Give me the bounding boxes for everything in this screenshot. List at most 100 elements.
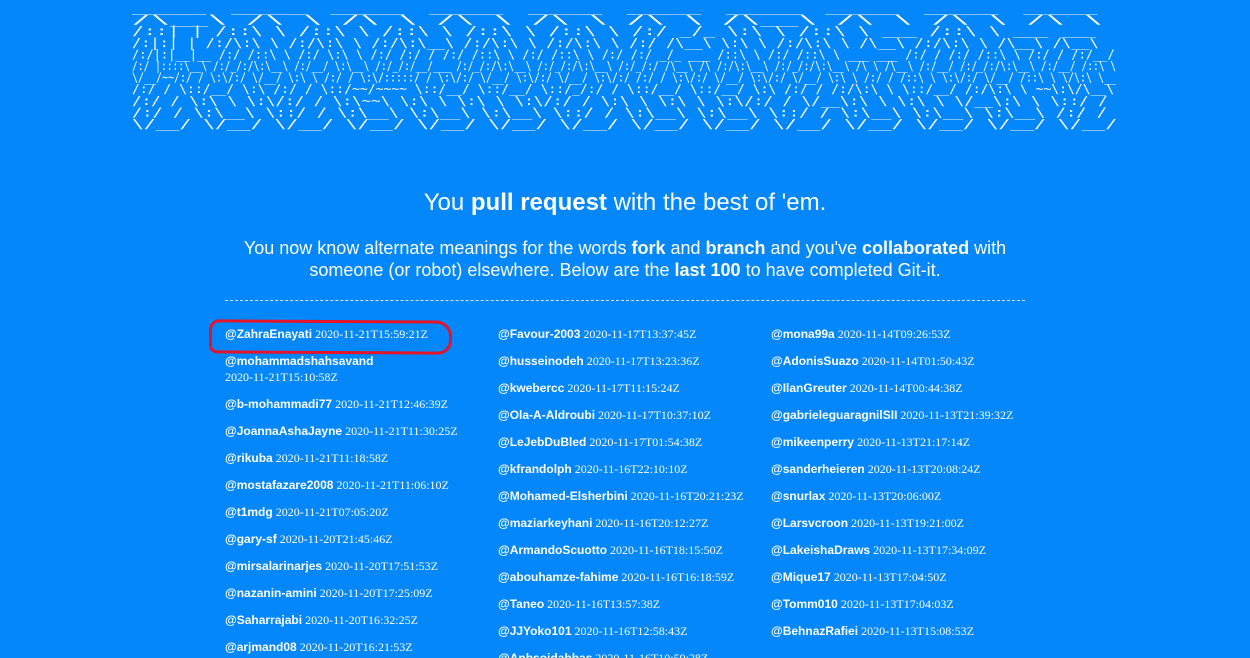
completer-entry: @arjmand08 2020-11-20T16:21:53Z: [225, 639, 493, 655]
completer-username-link[interactable]: @gabrieleguaragnilSII: [771, 408, 897, 422]
completion-timestamp: 2020-11-21T15:10:58Z: [225, 370, 338, 384]
completer-entry: @nazanin-amini 2020-11-20T17:25:09Z: [225, 585, 493, 601]
completion-timestamp: 2020-11-21T11:30:25Z: [345, 424, 458, 438]
completer-username-link[interactable]: @t1mdg: [225, 505, 273, 519]
completers-column-2: @Favour-2003 2020-11-17T13:37:45Z @hussei…: [498, 326, 766, 658]
tagline: You pull request with the best of 'em.: [0, 187, 1250, 219]
completer-username-link[interactable]: @b-mohammadi77: [225, 397, 332, 411]
completer-username-link[interactable]: @JoannaAshaJayne: [225, 424, 342, 438]
ascii-art-text: ___ ___ ___ ___ ___ ___ ___ ___ ___ ___: [132, 1, 1122, 131]
completer-username-link[interactable]: @gary-sf: [225, 532, 277, 546]
completer-entry: @Taneo 2020-11-16T13:57:38Z: [498, 596, 766, 612]
completer-username-link[interactable]: @LakeishaDraws: [771, 543, 870, 557]
description-text: to have completed Git-it.: [740, 260, 941, 280]
completer-username-link[interactable]: @LeJebDuBled: [498, 435, 586, 449]
completer-entry: @Anbsoidabbas 2020-11-16T10:59:28Z: [498, 650, 766, 658]
completer-username-link[interactable]: @IlanGreuter: [771, 381, 847, 395]
completion-timestamp: 2020-11-13T21:39:32Z: [900, 408, 1014, 422]
completer-entry: @Larsvcroon 2020-11-13T19:21:00Z: [771, 515, 1039, 531]
completer-username-link[interactable]: @sanderheieren: [771, 462, 865, 476]
tagline-pre: You: [423, 189, 471, 216]
completer-username-link[interactable]: @mohammadshahsavand: [225, 354, 373, 368]
completion-timestamp: 2020-11-13T19:21:00Z: [851, 516, 964, 530]
completion-timestamp: 2020-11-20T17:51:53Z: [325, 559, 438, 573]
completion-timestamp: 2020-11-20T17:25:09Z: [319, 586, 433, 600]
completer-username-link[interactable]: @mirsalarinarjes: [225, 559, 322, 573]
completer-entry: @IlanGreuter 2020-11-14T00:44:38Z: [771, 380, 1039, 396]
completer-username-link[interactable]: @Mique17: [771, 570, 831, 584]
completer-entry: @kwebercc 2020-11-17T11:15:24Z: [498, 380, 766, 396]
ascii-art-line: \/__/ \/__/ \/__/ \/__/ \/__/ \/__/ \/__…: [132, 117, 1117, 131]
completer-entry: @t1mdg 2020-11-21T07:05:20Z: [225, 504, 493, 520]
completer-entry: @Mique17 2020-11-13T17:04:50Z: [771, 569, 1039, 585]
completion-timestamp: 2020-11-16T20:12:27Z: [595, 516, 709, 530]
tagline-post: with the best of 'em.: [606, 189, 827, 216]
description-bold-branch: branch: [705, 238, 766, 258]
ascii-art-svg: ___ ___ ___ ___ ___ ___ ___ ___ ___ ___: [132, 1, 1122, 131]
completer-username-link[interactable]: @mostafazare2008: [225, 478, 333, 492]
completer-username-link[interactable]: @Tomm010: [771, 597, 838, 611]
completion-timestamp: 2020-11-14T00:44:38Z: [849, 381, 963, 395]
page: ___ ___ ___ ___ ___ ___ ___ ___ ___ ___: [0, 0, 1250, 658]
completion-timestamp: 2020-11-16T12:58:43Z: [574, 624, 688, 638]
completion-timestamp: 2020-11-14T09:26:53Z: [837, 327, 951, 341]
completion-timestamp: 2020-11-13T20:06:00Z: [828, 489, 942, 503]
completer-username-link[interactable]: @ArmandoScuotto: [498, 543, 607, 557]
completer-entry: @rikuba 2020-11-21T11:18:58Z: [225, 450, 493, 466]
completer-username-link[interactable]: @mona99a: [771, 327, 835, 341]
completer-entry: @sanderheieren 2020-11-13T20:08:24Z: [771, 461, 1039, 477]
completion-timestamp: 2020-11-16T22:10:10Z: [574, 462, 688, 476]
completer-username-link[interactable]: @abouhamze-fahime: [498, 570, 618, 584]
dashed-divider: [225, 300, 1025, 301]
completer-username-link[interactable]: @mikeenperry: [771, 435, 854, 449]
completer-username-link[interactable]: @Ola-A-Aldroubi: [498, 408, 595, 422]
completer-entry: @abouhamze-fahime 2020-11-16T16:18:59Z: [498, 569, 766, 585]
completer-username-link[interactable]: @Saharrajabi: [225, 613, 302, 627]
completer-username-link[interactable]: @nazanin-amini: [225, 586, 317, 600]
completer-entry: @AdonisSuazo 2020-11-14T01:50:43Z: [771, 353, 1039, 369]
completer-entry: @Favour-2003 2020-11-17T13:37:45Z: [498, 326, 766, 342]
completer-username-link[interactable]: @rikuba: [225, 451, 273, 465]
completion-timestamp: 2020-11-21T12:46:39Z: [335, 397, 448, 411]
completer-username-link[interactable]: @husseinodeh: [498, 354, 584, 368]
completer-entry: @mikeenperry 2020-11-13T21:17:14Z: [771, 434, 1039, 450]
completer-username-link[interactable]: @snurlax: [771, 489, 825, 503]
completer-username-link[interactable]: @Mohamed-Elsherbini: [498, 489, 628, 503]
completer-entry: @LakeishaDraws 2020-11-13T17:34:09Z: [771, 542, 1039, 558]
description: You now know alternate meanings for the …: [210, 237, 1040, 281]
completer-entry: @Tomm010 2020-11-13T17:04:03Z: [771, 596, 1039, 612]
completer-username-link[interactable]: @maziarkeyhani: [498, 516, 592, 530]
completion-timestamp: 2020-11-13T15:08:53Z: [861, 624, 974, 638]
completion-timestamp: 2020-11-13T21:17:14Z: [857, 435, 970, 449]
completion-timestamp: 2020-11-16T18:15:50Z: [610, 543, 723, 557]
completer-username-link[interactable]: @Favour-2003: [498, 327, 580, 341]
ascii-art-banner: ___ ___ ___ ___ ___ ___ ___ ___ ___ ___: [0, 0, 1250, 148]
completion-timestamp: 2020-11-16T10:59:28Z: [595, 651, 709, 658]
completion-timestamp: 2020-11-21T11:06:10Z: [336, 478, 449, 492]
completer-entry: @husseinodeh 2020-11-17T13:23:36Z: [498, 353, 766, 369]
completer-entry: @mirsalarinarjes 2020-11-20T17:51:53Z: [225, 558, 493, 574]
description-bold-collaborated: collaborated: [862, 238, 970, 258]
completer-entry: @maziarkeyhani 2020-11-16T20:12:27Z: [498, 515, 766, 531]
completer-username-link[interactable]: @Larsvcroon: [771, 516, 848, 530]
completion-timestamp: 2020-11-17T10:37:10Z: [598, 408, 711, 422]
completer-username-link[interactable]: @arjmand08: [225, 640, 297, 654]
completer-username-link[interactable]: @kwebercc: [498, 381, 564, 395]
completer-entry: @JJYoko101 2020-11-16T12:58:43Z: [498, 623, 766, 639]
completion-timestamp: 2020-11-13T20:08:24Z: [867, 462, 981, 476]
completer-username-link[interactable]: @Taneo: [498, 597, 544, 611]
completer-entry: @Saharrajabi 2020-11-20T16:32:25Z: [225, 612, 493, 628]
completer-entry: @gabrieleguaragnilSII 2020-11-13T21:39:3…: [771, 407, 1039, 423]
completion-timestamp: 2020-11-14T01:50:43Z: [861, 354, 975, 368]
completer-username-link[interactable]: @Anbsoidabbas: [498, 651, 592, 658]
completer-username-link[interactable]: @BehnazRafiei: [771, 624, 858, 638]
completion-timestamp: 2020-11-17T13:37:45Z: [583, 327, 697, 341]
completion-timestamp: 2020-11-17T01:54:38Z: [589, 435, 703, 449]
completer-username-link[interactable]: @AdonisSuazo: [771, 354, 859, 368]
completion-timestamp: 2020-11-21T11:18:58Z: [275, 451, 389, 465]
completer-entry: @Mohamed-Elsherbini 2020-11-16T20:21:23Z: [498, 488, 766, 504]
completer-username-link[interactable]: @JJYoko101: [498, 624, 572, 638]
completion-timestamp: 2020-11-21T07:05:20Z: [275, 505, 389, 519]
completer-username-link[interactable]: @kfrandolph: [498, 462, 572, 476]
completion-timestamp: 2020-11-16T13:57:38Z: [547, 597, 661, 611]
